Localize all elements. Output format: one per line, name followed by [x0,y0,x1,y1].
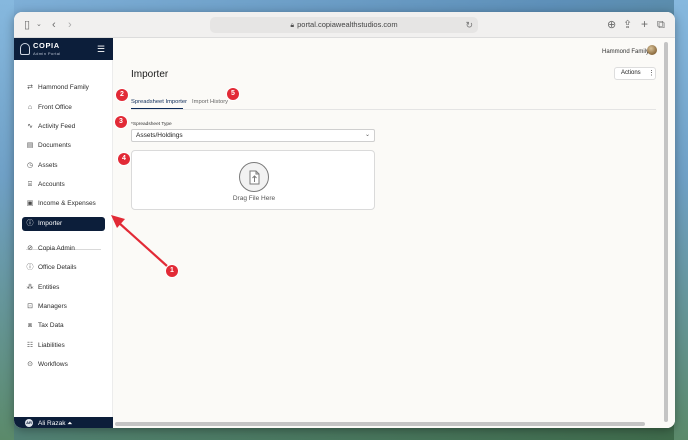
annotation-arrow [111,215,168,267]
annotation-badge-2: 2 [116,89,128,101]
annotation-badge-4: 4 [118,153,130,165]
annotation-badge-5: 5 [227,88,239,100]
annotation-badge-1: 1 [166,265,178,277]
annotation-badge-3: 3 [115,116,127,128]
